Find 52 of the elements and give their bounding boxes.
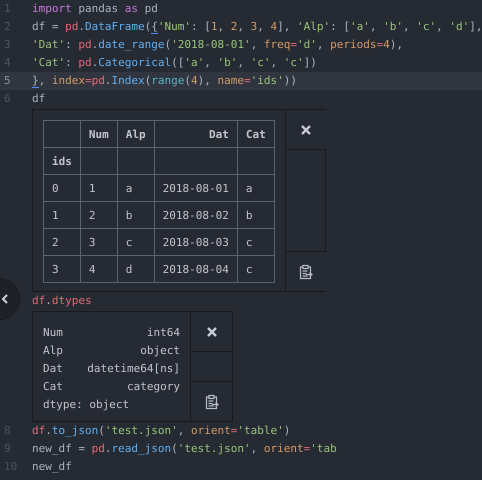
copy-button[interactable]	[286, 251, 327, 291]
column-header: Cat	[246, 128, 266, 140]
table-cell: d	[126, 262, 132, 276]
chevron-left-icon	[1, 294, 9, 304]
table-cell: 2	[52, 236, 59, 248]
table-cell: 2018-08-03	[162, 236, 229, 248]
table-cell: 2018-08-02	[162, 208, 229, 222]
index-name: ids	[52, 154, 72, 168]
code-line[interactable]: df	[32, 90, 46, 108]
column-header: Alp	[126, 128, 146, 140]
table-cell: a	[246, 182, 252, 194]
table-cell: c	[126, 236, 132, 248]
line-number: 5	[4, 73, 11, 89]
column-header: Dat	[208, 128, 229, 140]
table-cell: b	[246, 208, 252, 222]
table-cell: 2	[88, 208, 96, 222]
table-cell: 4	[88, 262, 96, 276]
column-header: Num	[88, 128, 109, 140]
close-icon	[300, 124, 312, 136]
code-line[interactable]: df.to_json('test.json', orient='table')	[32, 422, 290, 440]
code-line[interactable]: new_df	[32, 458, 72, 476]
table-cell: 2018-08-01	[162, 182, 229, 194]
clipboard-icon	[299, 264, 314, 280]
code-line[interactable]: 'Cat': pd.Categorical(['a', 'b', 'c', 'c'])	[32, 54, 317, 72]
table-cell: 1	[88, 182, 96, 194]
series-value: datetime64[ns]	[87, 361, 180, 377]
series-label: Cat	[43, 379, 63, 395]
table-cell: 3	[88, 236, 96, 248]
close-icon	[206, 326, 218, 338]
table-cell: 0	[52, 182, 59, 194]
table-cell: b	[126, 208, 132, 222]
table-cell: a	[126, 182, 132, 194]
code-line[interactable]: df = pd.DataFrame({'Num': [1, 2, 3, 4], 'Alp': ['a', 'b', 'c', 'd'],	[32, 18, 482, 36]
series-label: Alp	[43, 343, 63, 359]
code-line[interactable]: }, index=pd.Index(range(4), name='ids'))	[32, 72, 297, 90]
code-line[interactable]: 'Dat': pd.date_range('2018-08-01', freq='d', periods=4),	[32, 36, 403, 54]
code-line[interactable]: df.dtypes	[32, 292, 92, 310]
clipboard-icon	[204, 394, 218, 410]
series-label: Num	[43, 325, 63, 341]
series-value: object	[140, 343, 180, 359]
series-value: int64	[146, 325, 180, 341]
series-value: category	[127, 379, 180, 395]
table-cell: c	[246, 236, 252, 248]
code-line[interactable]: new_df = pd.read_json('test.json', orient='tab	[32, 440, 337, 458]
table-cell: 2018-08-04	[162, 262, 229, 276]
series-label: Dat	[43, 361, 63, 377]
close-button[interactable]	[286, 110, 327, 150]
table-cell: c	[246, 262, 252, 276]
dtype-footer: dtype: object	[43, 396, 130, 414]
table-cell: 3	[52, 262, 59, 276]
code-line[interactable]: import pandas as pd	[32, 0, 158, 18]
table-cell: 1	[52, 208, 59, 222]
